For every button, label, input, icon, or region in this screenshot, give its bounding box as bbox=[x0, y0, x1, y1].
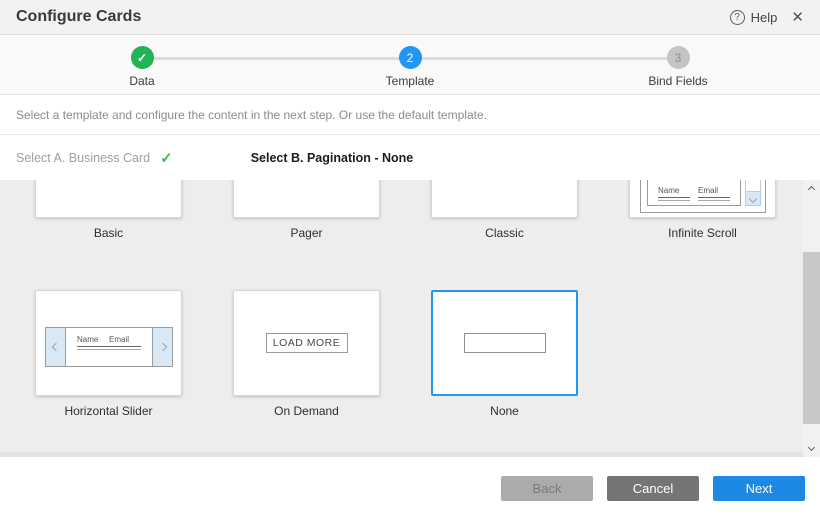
template-card-label: None bbox=[431, 404, 578, 418]
template-card-infinite-scroll-tile[interactable]: Name Email bbox=[629, 180, 776, 218]
step-data-label: Data bbox=[82, 74, 202, 88]
preview-field-line bbox=[658, 200, 690, 201]
step-bind-fields-indicator[interactable]: 3 bbox=[667, 46, 690, 69]
scroll-down-arrow[interactable] bbox=[803, 440, 820, 455]
chevron-up-icon bbox=[808, 186, 815, 193]
template-card-classic: Classic bbox=[431, 180, 578, 240]
horizontal-scrollbar-track[interactable] bbox=[0, 452, 803, 457]
select-a-label: Select A. Business Card bbox=[16, 151, 150, 165]
selection-summary-row: Select A. Business Card ✓ Select B. Pagi… bbox=[0, 135, 820, 180]
wizard-stepper: ✓ Data 2 Template 3 Bind Fields bbox=[0, 35, 820, 95]
horizontal-slider-preview: Name Email bbox=[45, 327, 173, 367]
template-card-basic-tile[interactable] bbox=[35, 180, 182, 218]
template-card-label: On Demand bbox=[233, 404, 380, 418]
template-card-label: Pager bbox=[233, 226, 380, 240]
step-number: 3 bbox=[675, 51, 682, 65]
preview-field-line bbox=[698, 200, 730, 201]
back-button[interactable]: Back bbox=[501, 476, 593, 501]
vertical-scrollbar[interactable] bbox=[803, 180, 820, 457]
step-template-label: Template bbox=[350, 74, 470, 88]
infinite-scroll-preview: Name Email bbox=[640, 180, 766, 213]
instruction-text: Select a template and configure the cont… bbox=[16, 108, 487, 122]
template-card-horizontal-slider-tile[interactable]: Name Email bbox=[35, 290, 182, 396]
step-bind-fields-label: Bind Fields bbox=[618, 74, 738, 88]
step-data: ✓ Data bbox=[82, 46, 202, 88]
preview-scroll-down-button bbox=[745, 191, 761, 206]
preview-field-line bbox=[109, 346, 141, 347]
footer: Back Cancel Next bbox=[0, 457, 820, 516]
template-card-infinite-scroll: Name Email bbox=[629, 180, 776, 240]
template-card-label: Classic bbox=[431, 226, 578, 240]
close-icon[interactable]: ✕ bbox=[791, 8, 804, 26]
select-b-label: Select B. Pagination - None bbox=[251, 151, 414, 165]
preview-name-column: Name bbox=[77, 335, 109, 366]
preview-name-column: Name bbox=[658, 186, 690, 201]
instruction-row: Select a template and configure the cont… bbox=[0, 95, 820, 135]
next-button[interactable]: Next bbox=[713, 476, 805, 501]
template-card-pager-tile[interactable] bbox=[233, 180, 380, 218]
preview-record-box: Name Email bbox=[647, 180, 741, 206]
template-card-label: Basic bbox=[35, 226, 182, 240]
step-data-indicator[interactable]: ✓ bbox=[131, 46, 154, 69]
cancel-button[interactable]: Cancel bbox=[607, 476, 699, 501]
chevron-left-icon bbox=[51, 343, 59, 351]
configure-cards-dialog: Configure Cards ? Help ✕ ✓ Data 2 Templa… bbox=[0, 0, 820, 516]
preview-field-line bbox=[109, 349, 141, 350]
load-more-preview-button: LOAD MORE bbox=[266, 333, 348, 353]
preview-field-line bbox=[658, 197, 690, 198]
check-icon: ✓ bbox=[160, 149, 173, 167]
template-card-label: Horizontal Slider bbox=[35, 404, 182, 418]
template-card-horizontal-slider: Name Email Horizont bbox=[35, 290, 182, 418]
preview-next-button bbox=[153, 328, 172, 366]
preview-record-box: Name Email bbox=[65, 328, 153, 366]
preview-field-line bbox=[77, 346, 109, 347]
template-card-label: Infinite Scroll bbox=[629, 226, 776, 240]
template-card-basic: Basic bbox=[35, 180, 182, 240]
help-button[interactable]: ? Help bbox=[730, 10, 778, 25]
template-card-pager: Pager bbox=[233, 180, 380, 240]
preview-prev-button bbox=[46, 328, 65, 366]
template-card-on-demand-tile[interactable]: LOAD MORE bbox=[233, 290, 380, 396]
vertical-scrollbar-thumb[interactable] bbox=[803, 252, 820, 424]
preview-email-column: Email bbox=[698, 186, 730, 201]
preview-name-label: Name bbox=[658, 186, 690, 195]
check-icon: ✓ bbox=[137, 51, 147, 65]
template-gallery: Basic Pager Classic Name bbox=[0, 180, 820, 457]
template-card-on-demand: LOAD MORE On Demand bbox=[233, 290, 380, 418]
scroll-up-arrow[interactable] bbox=[803, 182, 820, 197]
preview-email-column: Email bbox=[109, 335, 141, 366]
dialog-title: Configure Cards bbox=[16, 8, 141, 26]
titlebar-actions: ? Help ✕ bbox=[730, 8, 804, 26]
help-icon: ? bbox=[730, 10, 745, 25]
none-preview-box bbox=[464, 333, 546, 353]
help-label: Help bbox=[751, 10, 778, 25]
preview-email-label: Email bbox=[109, 335, 141, 344]
step-template-indicator[interactable]: 2 bbox=[399, 46, 422, 69]
step-number: 2 bbox=[407, 51, 414, 65]
chevron-down-icon bbox=[749, 194, 757, 202]
preview-field-line bbox=[698, 197, 730, 198]
step-template: 2 Template bbox=[350, 46, 470, 88]
preview-field-line bbox=[77, 349, 109, 350]
template-card-none: None bbox=[431, 290, 578, 418]
step-bind-fields: 3 Bind Fields bbox=[618, 46, 738, 88]
chevron-down-icon bbox=[808, 444, 815, 451]
template-card-none-tile[interactable] bbox=[431, 290, 578, 396]
titlebar: Configure Cards ? Help ✕ bbox=[0, 0, 820, 35]
preview-name-label: Name bbox=[77, 335, 109, 344]
preview-email-label: Email bbox=[698, 186, 730, 195]
preview-scrollbar-strip bbox=[745, 180, 761, 206]
chevron-right-icon bbox=[158, 343, 166, 351]
template-card-classic-tile[interactable] bbox=[431, 180, 578, 218]
